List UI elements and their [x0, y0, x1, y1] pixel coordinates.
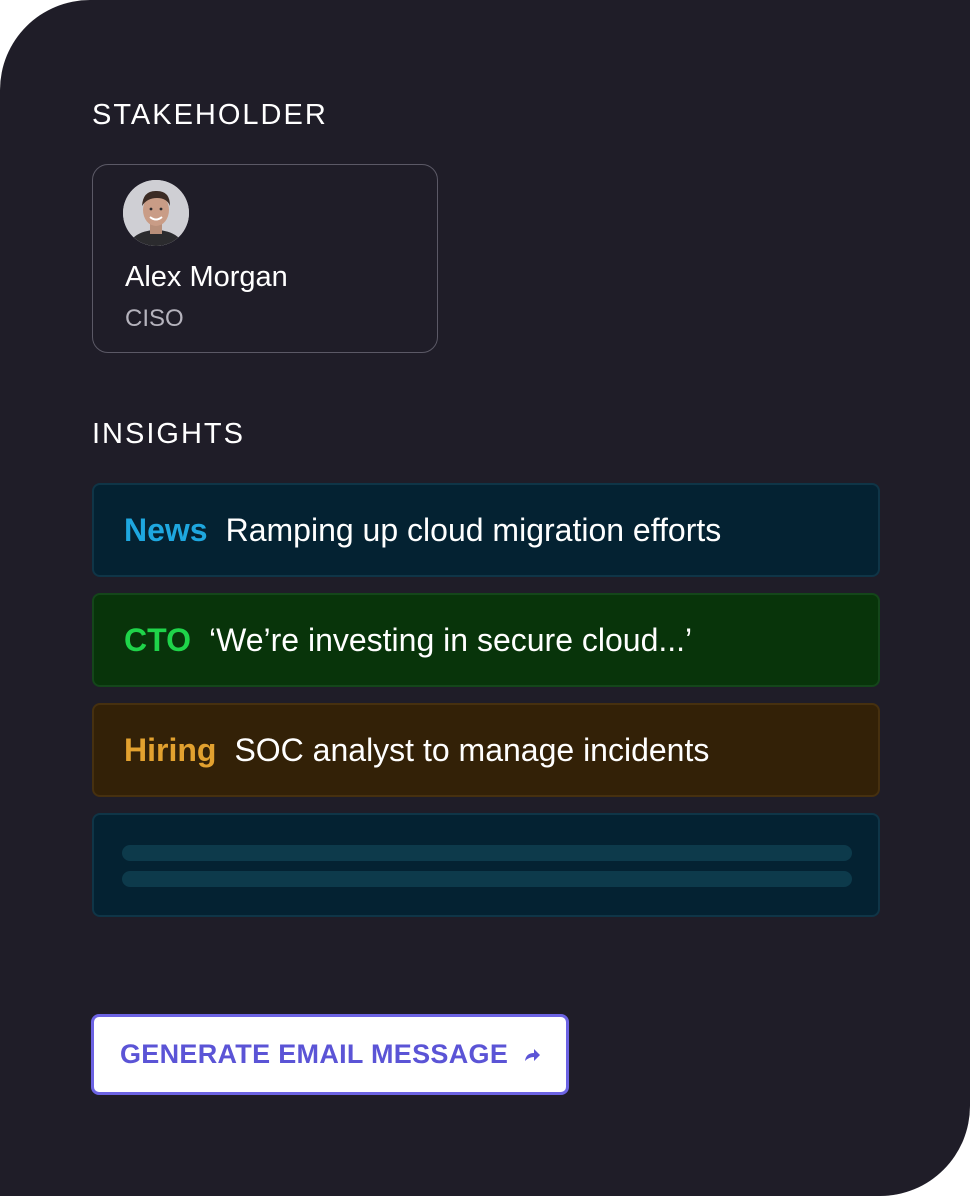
generate-email-button[interactable]: GENERATE EMAIL MESSAGE [91, 1014, 569, 1095]
skeleton-line [122, 871, 852, 887]
insight-news[interactable]: News Ramping up cloud migration efforts [92, 483, 880, 577]
stakeholder-section-label: STAKEHOLDER [92, 99, 328, 131]
insights-section-label: INSIGHTS [92, 418, 245, 450]
insight-hiring[interactable]: Hiring SOC analyst to manage incidents [92, 703, 880, 797]
insight-tag: CTO [124, 621, 191, 658]
stakeholder-role: CISO [125, 305, 184, 332]
generate-email-button-label: GENERATE EMAIL MESSAGE [120, 1039, 509, 1069]
stakeholder-card[interactable]: Alex Morgan CISO [92, 164, 438, 353]
share-arrow-icon [522, 1045, 542, 1065]
insight-tag: News [124, 511, 208, 548]
stakeholder-name: Alex Morgan [125, 261, 288, 293]
skeleton-line [122, 845, 852, 861]
insight-tag: Hiring [124, 731, 217, 768]
insight-text: SOC analyst to manage incidents [234, 731, 710, 768]
avatar [123, 180, 189, 246]
insight-cto[interactable]: CTO ‘We’re investing in secure cloud...’ [92, 593, 880, 687]
insight-text: Ramping up cloud migration efforts [225, 511, 722, 548]
insight-text: ‘We’re investing in secure cloud...’ [208, 621, 693, 658]
stakeholder-panel: STAKEHOLDER Alex Morgan CISO INSIGHTS Ne… [0, 0, 970, 1196]
insight-loading-placeholder [92, 813, 880, 917]
